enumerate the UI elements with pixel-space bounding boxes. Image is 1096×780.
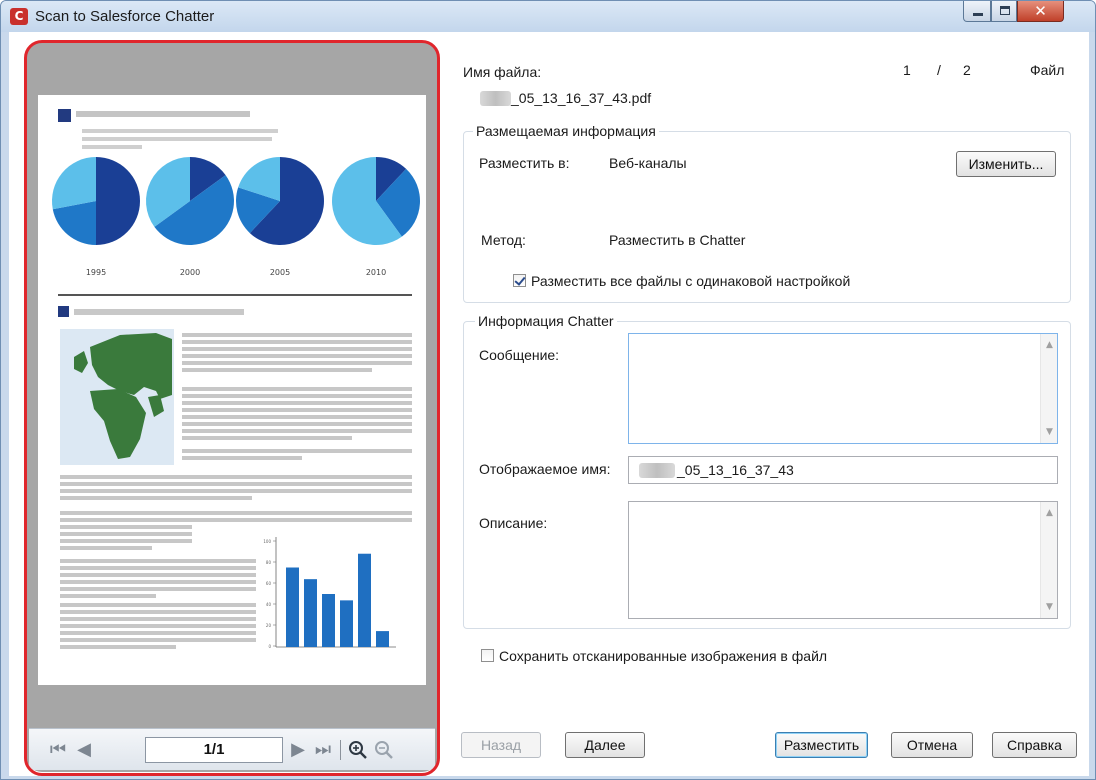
bar [304, 579, 317, 647]
scroll-down-icon[interactable]: ▼ [1041, 602, 1058, 612]
svg-text:40: 40 [266, 602, 272, 607]
description-textarea[interactable]: ▲ ▼ [628, 501, 1058, 619]
maximize-button[interactable] [991, 1, 1017, 22]
bar [322, 594, 335, 647]
file-index: 1 [903, 62, 911, 78]
same-settings-checkbox[interactable] [513, 274, 526, 287]
svg-text:60: 60 [266, 581, 272, 586]
back-button[interactable]: Назад [461, 732, 541, 758]
redacted-file-prefix [480, 91, 511, 106]
description-label: Описание: [479, 515, 548, 531]
first-page-button[interactable]: ⏮ [47, 738, 69, 762]
scroll-up-icon[interactable]: ▲ [1041, 508, 1058, 518]
minimize-icon [973, 13, 983, 16]
pie-year-label: 2000 [180, 268, 200, 277]
method-value: Разместить в Chatter [609, 232, 746, 248]
bar-chart: 100 80 60 40 20 0 [263, 537, 396, 649]
first-page-icon: ⏮ [49, 739, 67, 760]
post-button[interactable]: Разместить [775, 732, 868, 758]
preview-pane: 1995 2000 2005 2010 100 80 60 40 20 0 ⏮ … [24, 40, 440, 776]
zoom-in-icon [349, 741, 367, 759]
same-settings-label[interactable]: Разместить все файлы с одинаковой настро… [531, 273, 850, 289]
pie-slice [51, 157, 96, 210]
change-button[interactable]: Изменить... [956, 151, 1056, 177]
scanned-document-image: 1995 2000 2005 2010 100806040200 [51, 109, 421, 649]
save-images-label[interactable]: Сохранить отсканированные изображения в … [499, 648, 827, 664]
page-navigation-toolbar: ⏮ ◀ 1/1 ▶ ⏭ [29, 728, 435, 770]
scroll-down-icon[interactable]: ▼ [1041, 427, 1058, 437]
bar [358, 553, 371, 647]
display-name-field[interactable]: _05_13_16_37_43 [628, 456, 1058, 484]
scanned-page-preview: 1995 2000 2005 2010 100 80 60 40 20 0 [38, 95, 426, 685]
toolbar-separator [340, 740, 341, 760]
close-icon: ✕ [1034, 2, 1047, 20]
file-name-value: _05_13_16_37_43.pdf [511, 90, 652, 106]
method-label: Метод: [481, 232, 526, 248]
svg-text:100: 100 [263, 539, 271, 544]
message-scrollbar[interactable]: ▲ ▼ [1040, 334, 1057, 443]
display-name-label: Отображаемое имя: [479, 461, 611, 477]
dialog-body: 1995 2000 2005 2010 100 80 60 40 20 0 ⏮ … [9, 32, 1089, 776]
maximize-icon [1000, 6, 1010, 15]
title-bar[interactable]: C Scan to Salesforce Chatter ✕ [1, 1, 1095, 32]
file-total: 2 [963, 62, 971, 78]
pie-slice [96, 157, 140, 245]
description-scrollbar[interactable]: ▲ ▼ [1040, 502, 1057, 618]
doc-header-square [58, 109, 71, 122]
zoom-out-icon [375, 741, 393, 759]
post-to-value: Веб-каналы [609, 155, 687, 171]
pie-charts [51, 157, 421, 246]
pie-year-label: 2005 [270, 268, 290, 277]
svg-text:80: 80 [266, 560, 272, 565]
last-page-icon: ⏭ [314, 739, 332, 760]
pie-year-label: 2010 [366, 268, 386, 277]
help-button[interactable]: Справка [992, 732, 1077, 758]
zoom-in-button[interactable] [347, 738, 369, 762]
scan-to-salesforce-window: C Scan to Salesforce Chatter ✕ 1995 2000… [0, 0, 1096, 780]
redacted-display-prefix [639, 463, 675, 478]
bar [340, 600, 353, 647]
page-number-field[interactable]: 1/1 [145, 737, 283, 763]
file-name-label: Имя файла: [463, 64, 542, 80]
pie-year-label: 1995 [86, 268, 106, 277]
zoom-out-button[interactable] [373, 738, 395, 762]
svg-text:20: 20 [266, 623, 272, 628]
close-button[interactable]: ✕ [1017, 1, 1064, 22]
app-icon: C [10, 8, 28, 25]
cancel-button[interactable]: Отмена [891, 732, 973, 758]
svg-text:0: 0 [268, 644, 271, 649]
last-page-button[interactable]: ⏭ [312, 738, 334, 762]
chatter-info-title: Информация Chatter [475, 313, 617, 329]
next-page-icon: ▶ [291, 739, 305, 760]
file-type-label: Файл [1030, 62, 1065, 78]
message-label: Сообщение: [479, 347, 560, 363]
file-separator: / [937, 62, 941, 78]
display-name-value: _05_13_16_37_43 [677, 462, 794, 478]
next-page-button[interactable]: ▶ [287, 738, 309, 762]
next-button[interactable]: Далее [565, 732, 645, 758]
minimize-button[interactable] [963, 1, 991, 22]
bar [376, 631, 389, 647]
posting-info-title: Размещаемая информация [473, 123, 659, 139]
previous-page-button[interactable]: ◀ [73, 738, 95, 762]
post-to-label: Разместить в: [479, 155, 570, 171]
save-images-checkbox[interactable] [481, 649, 494, 662]
message-textarea[interactable]: ▲ ▼ [628, 333, 1058, 444]
bar [286, 567, 299, 647]
previous-page-icon: ◀ [77, 739, 91, 760]
window-title: Scan to Salesforce Chatter [35, 8, 215, 25]
scroll-up-icon[interactable]: ▲ [1041, 340, 1058, 350]
document-text-lines [182, 333, 412, 460]
